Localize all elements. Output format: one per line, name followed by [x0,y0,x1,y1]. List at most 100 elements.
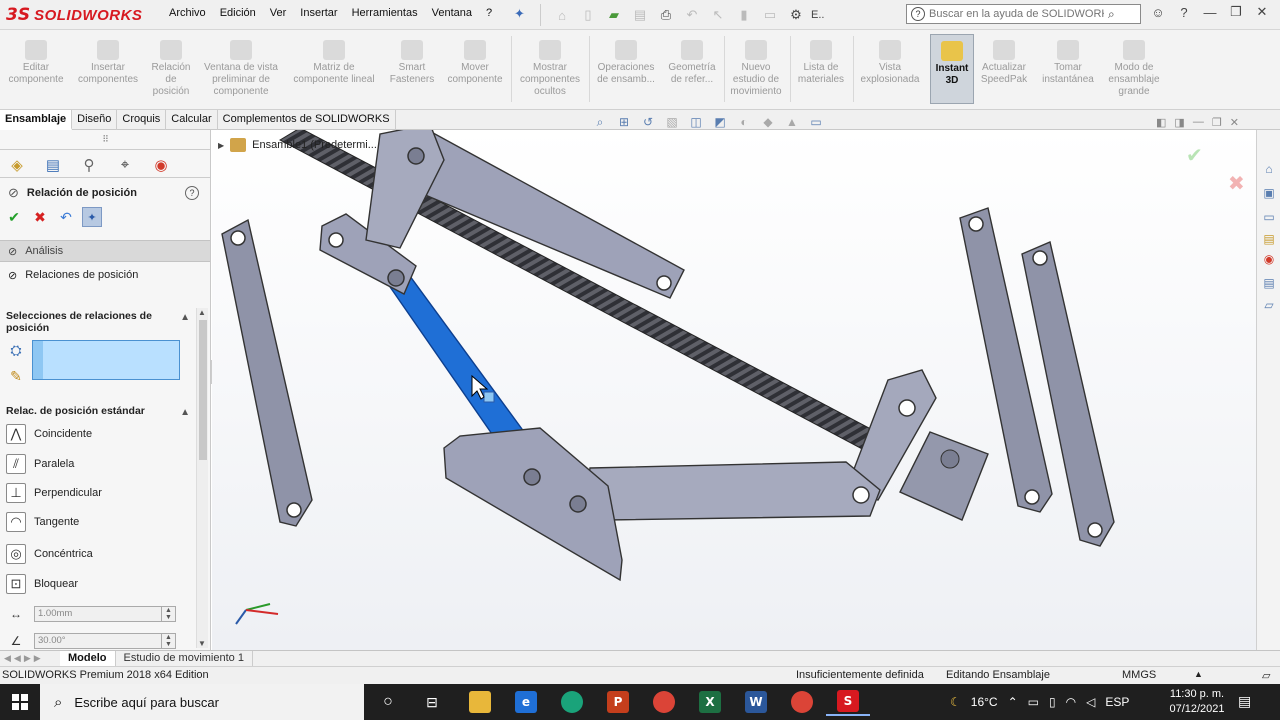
mate-button[interactable]: Relación de posición [146,34,196,104]
feature-manager-tab-icon[interactable]: ◈ [6,155,28,175]
menu-edicion[interactable]: Edición [213,7,263,19]
mate-perpendicular[interactable]: ⊥ Perpendicular [6,481,190,505]
take-snapshot-button[interactable]: Tomar instantánea [1036,34,1100,104]
undo-icon[interactable]: ↶ [56,207,76,227]
angle-input[interactable]: 30.00° ▲ ▼ [34,633,176,649]
tab-croquis[interactable]: Croquis [117,110,167,130]
component-preview-button[interactable]: Ventana de vista preliminar de component… [198,34,284,104]
mate-concentric[interactable]: ◎ Concéntrica [6,542,190,566]
viewport-minimize-icon[interactable]: — [1193,116,1204,129]
standard-mates-header[interactable]: Relac. de posición estándar ▲ [6,405,190,418]
chrome-button[interactable] [642,688,686,716]
file-properties-icon[interactable]: ▭ [759,6,781,24]
confirm-checkmark-icon[interactable]: ✔ [1186,143,1203,167]
solidworks-button[interactable]: S [826,688,870,716]
new-document-icon[interactable]: ▯ [577,6,599,24]
previous-view-icon[interactable]: ↺ [638,114,658,130]
assembly-features-button[interactable]: Operaciones de ensamb... [592,34,660,104]
minimize-icon[interactable]: — [1200,5,1220,20]
word-button[interactable]: W [734,688,778,716]
display-style-icon[interactable]: ◩ [710,114,730,130]
multiple-mate-icon[interactable]: ✎ [6,366,26,386]
viewport-right-icon[interactable]: ◨ [1174,116,1184,129]
custom-properties-icon[interactable]: ▤ [1260,274,1278,292]
volume-icon[interactable]: ◁ [1086,695,1095,709]
cancel-x-icon[interactable]: ✖ [1228,171,1245,195]
battery-icon[interactable]: ▯ [1049,695,1056,709]
weather-moon-icon[interactable]: ☾ [950,695,961,709]
smart-fasteners-button[interactable]: Smart Fasteners [384,34,440,104]
home-icon[interactable]: ⌂ [1260,160,1278,178]
zoom-to-fit-icon[interactable]: ⌕ [590,114,610,130]
save-icon[interactable]: ▤ [629,6,651,24]
large-assembly-mode-button[interactable]: Modo de ensamblaje grande [1102,34,1166,104]
configuration-manager-tab-icon[interactable]: ⚲ [78,155,100,175]
user-account-icon[interactable]: ☺ [1148,5,1168,20]
move-component-button[interactable]: Mover componente [442,34,508,104]
file-explorer-button[interactable] [458,688,502,716]
edge-legacy-button[interactable]: e [504,688,548,716]
collapse-chevron-icon[interactable]: ▲ [180,407,190,418]
viewport-restore-icon[interactable]: ❐ [1212,116,1222,129]
distance-input[interactable]: 1.00mm ▲ ▼ [34,606,176,622]
scroll-up-icon[interactable]: ▲ [198,308,206,317]
assembly-viewport[interactable]: ✔ ✖ [212,130,1256,650]
solidworks-logo[interactable]: 3S SOLIDWORKS [6,4,142,26]
tab-complementos[interactable]: Complementos de SOLIDWORKS [218,110,396,130]
mate-lock[interactable]: ⊡ Bloquear [6,572,190,596]
home-icon[interactable]: ⌂ [551,6,573,24]
bill-of-materials-button[interactable]: Lista de materiales [792,34,850,104]
instant-3d-button[interactable]: Instant 3D [930,34,974,104]
view-orientation-icon[interactable]: ◫ [686,114,706,130]
spinner-arrows-icon[interactable]: ▲ ▼ [161,634,175,648]
cancel-x-icon[interactable]: ✖ [30,207,50,227]
property-manager-tab-icon[interactable]: ▤ [42,155,64,175]
zoom-to-area-icon[interactable]: ⊞ [614,114,634,130]
tab-calcular[interactable]: Calcular [166,110,218,130]
start-button[interactable] [0,684,40,720]
tab-mates[interactable]: ⊘ Relaciones de posición [0,264,210,286]
hide-show-icon[interactable]: ◐ [734,114,754,130]
scroll-down-icon[interactable]: ▼ [198,639,206,648]
restore-icon[interactable]: ❐ [1226,4,1246,20]
clock[interactable]: 11:30 p. m. 07/12/2021 [1164,687,1230,717]
exploded-view-button[interactable]: Vista explosionada [856,34,924,104]
close-icon[interactable]: ✕ [1252,4,1272,20]
input-language[interactable]: ESP [1105,695,1129,709]
units-dropdown-icon[interactable]: ▲ [1194,669,1203,679]
display-manager-tab-icon[interactable]: ◉ [150,155,172,175]
chat-icon[interactable]: ▱ [1262,669,1270,682]
edit-appearance-icon[interactable]: ◆ [758,114,778,130]
tab-analysis[interactable]: ⊘ Análisis [0,240,210,262]
select-icon[interactable]: ↖ [707,6,729,24]
mate-parallel[interactable]: ⫽ Paralela [6,452,190,476]
viewport-left-icon[interactable]: ◧ [1156,116,1166,129]
apply-scene-icon[interactable]: ▲ [782,114,802,130]
tab-ensamblaje[interactable]: Ensamblaje [0,110,73,130]
section-view-icon[interactable]: ▧ [662,114,682,130]
search-icon[interactable]: ⌕ [1108,7,1115,22]
menu-ver[interactable]: Ver [263,7,294,19]
spinner-arrows-icon[interactable]: ▲ ▼ [161,607,175,621]
tab-motion-study[interactable]: Estudio de movimiento 1 [116,650,253,667]
help-search-input[interactable] [929,8,1104,20]
meet-now-icon[interactable]: ▭ [1028,695,1039,709]
notifications-icon[interactable]: ▤ [1238,693,1251,710]
keep-visible-pin-icon[interactable]: ✦ [82,207,102,227]
task-view-button[interactable]: ⊟ [410,688,454,716]
pin-menu-icon[interactable]: ✦ [514,6,525,22]
lower-bar[interactable] [585,461,881,521]
menu-help[interactable]: ? [479,7,499,19]
help-icon[interactable]: ? [185,186,199,200]
help-menu-icon[interactable]: ? [1174,5,1194,20]
appearances-icon[interactable]: ◉ [1260,250,1278,268]
file-explorer-icon[interactable]: ▭ [1260,208,1278,226]
powerpoint-button[interactable]: P [596,688,640,716]
edge-button[interactable] [550,688,594,716]
tab-modelo[interactable]: Modelo [60,650,116,667]
mate-coincident[interactable]: ⋀ Coincidente [6,422,190,446]
mate-selections-field[interactable] [43,341,179,379]
cortana-button[interactable]: ○ [366,688,410,716]
reference-geometry-button[interactable]: Geometría de refer... [662,34,722,104]
taskbar-search[interactable]: ⌕ Escribe aquí para buscar [40,684,364,720]
